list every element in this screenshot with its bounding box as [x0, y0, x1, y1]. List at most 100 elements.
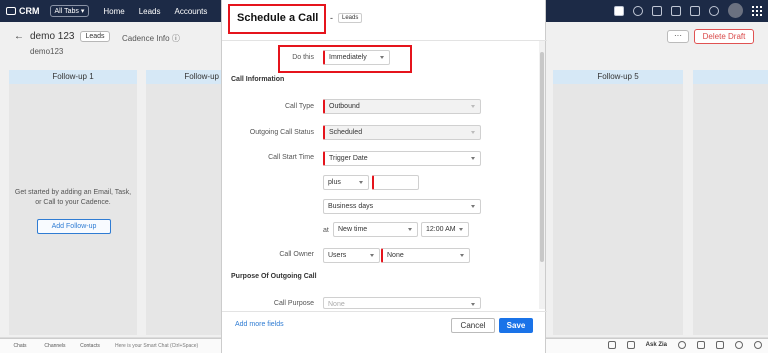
zia-search-icon[interactable] — [716, 341, 724, 349]
app-grid-icon[interactable] — [752, 5, 762, 16]
owner-value: None — [387, 252, 404, 259]
record-subtitle: demo123 — [30, 47, 64, 56]
offset-select[interactable]: plus — [323, 175, 369, 190]
cancel-button[interactable]: Cancel — [451, 318, 495, 333]
call-status-value: Scheduled — [329, 129, 363, 136]
nav-tab-accounts[interactable]: Accounts — [175, 7, 208, 16]
undo-icon[interactable] — [697, 341, 705, 349]
breadcrumb: ← demo 123 Leads — [14, 31, 110, 42]
module-badge: Leads — [80, 31, 110, 42]
marketplace-icon[interactable] — [690, 5, 700, 16]
call-status-select[interactable]: Scheduled — [323, 125, 481, 140]
calendar-icon[interactable] — [671, 5, 681, 16]
empty-state-line-1: Get started by adding an Email, Task, — [14, 189, 132, 196]
schedule-call-modal: Schedule a Call - Leads Do this Immediat… — [221, 0, 547, 353]
unit-select[interactable]: Business days — [323, 199, 481, 214]
followup-column-6 — [693, 70, 768, 335]
chevron-down-icon — [408, 228, 412, 231]
all-tabs-label: All Tabs — [54, 8, 79, 15]
header-divider — [222, 40, 547, 41]
call-status-label: Outgoing Call Status — [249, 129, 314, 136]
unit-value: Business days — [328, 203, 374, 210]
top-icons — [614, 3, 762, 18]
chevron-down-icon — [471, 303, 475, 306]
followup-column-2: Follow-up — [146, 70, 221, 335]
chevron-down-icon — [471, 157, 475, 160]
cadence-info-link[interactable]: Cadence Info ⓘ — [122, 33, 180, 44]
start-time-select[interactable]: Trigger Date — [323, 151, 481, 166]
announcement-icon[interactable] — [626, 341, 635, 349]
nav-tab-leads[interactable]: Leads — [139, 7, 161, 16]
do-this-select[interactable]: Immediately — [323, 50, 390, 65]
chats-label: Chats — [13, 343, 27, 349]
footer-divider — [222, 311, 547, 312]
add-more-fields-link[interactable]: Add more fields — [235, 321, 284, 328]
delete-draft-button[interactable]: Delete Draft — [694, 29, 754, 44]
chevron-down-icon — [370, 254, 374, 257]
history-icon[interactable] — [754, 341, 762, 349]
call-type-select[interactable]: Outbound — [323, 99, 481, 114]
record-name: demo 123 — [30, 31, 75, 42]
save-button[interactable]: Save — [499, 318, 533, 333]
section-call-information: Call Information — [231, 76, 285, 83]
at-label: at — [323, 227, 329, 234]
module-badge: Leads — [338, 13, 363, 23]
empty-state-text: Get started by adding an Email, Task, or… — [9, 188, 137, 208]
title-separator: - — [330, 13, 333, 23]
call-owner-label: Call Owner — [279, 251, 314, 258]
section-purpose: Purpose Of Outgoing Call — [231, 273, 317, 280]
start-time-label: Call Start Time — [268, 154, 314, 161]
owner-select[interactable]: None — [381, 248, 470, 263]
gear-icon[interactable] — [709, 5, 719, 16]
contacts-button[interactable]: Contacts — [75, 343, 105, 349]
column-title: Follow-up — [146, 70, 221, 84]
do-this-value: Immediately — [329, 54, 367, 61]
chevron-down-icon — [380, 56, 384, 59]
zia-icon[interactable] — [678, 341, 686, 349]
chevron-down-icon — [460, 254, 464, 257]
plus-icon[interactable] — [614, 5, 624, 16]
time-select[interactable]: 12:00 AM — [421, 222, 469, 237]
bell-icon[interactable] — [652, 5, 662, 16]
call-purpose-label: Call Purpose — [273, 300, 314, 307]
followup-column-1: Follow-up 1 Get started by adding an Ema… — [9, 70, 137, 335]
column-title: Follow-up 1 — [9, 70, 137, 84]
time-mode-select[interactable]: New time — [333, 222, 418, 237]
call-purpose-value: None — [328, 301, 345, 308]
back-arrow-icon[interactable]: ← — [14, 31, 24, 42]
modal-title: Schedule a Call — [237, 12, 319, 24]
chevron-down-icon — [471, 131, 475, 134]
search-icon[interactable] — [633, 5, 643, 16]
all-tabs-dropdown[interactable]: All Tabs ▾ — [49, 5, 90, 17]
app-name: CRM — [19, 6, 40, 16]
time-value: 12:00 AM — [426, 226, 456, 233]
nav-tab-home[interactable]: Home — [103, 7, 124, 16]
ask-zia-button[interactable]: Ask Zia — [646, 342, 667, 348]
crm-logo-icon — [6, 7, 16, 15]
chevron-down-icon — [459, 228, 463, 231]
crm-logo[interactable]: CRM — [6, 6, 40, 16]
time-mode-value: New time — [338, 226, 368, 233]
owner-type-select[interactable]: Users — [323, 248, 380, 263]
column-title — [693, 70, 768, 84]
call-type-label: Call Type — [284, 103, 314, 110]
add-followup-button[interactable]: Add Follow-up — [37, 219, 111, 234]
chats-button[interactable]: Chats — [5, 343, 35, 349]
chevron-down-icon — [359, 181, 363, 184]
contacts-label: Contacts — [80, 343, 100, 349]
call-type-value: Outbound — [329, 103, 360, 110]
call-purpose-select[interactable]: None — [323, 297, 481, 309]
offset-number-input[interactable] — [372, 175, 419, 190]
bottom-right-icons: Ask Zia — [607, 341, 762, 349]
more-options-button[interactable]: ··· — [667, 30, 689, 43]
chevron-down-icon — [471, 105, 475, 108]
avatar[interactable] — [728, 3, 743, 18]
screen-share-icon[interactable] — [607, 341, 616, 349]
channels-label: Channels — [44, 343, 66, 349]
offset-value: plus — [328, 179, 341, 186]
channels-button[interactable]: Channels — [40, 343, 70, 349]
modal-scrollbar-thumb[interactable] — [540, 52, 544, 262]
smart-chat-input[interactable]: Here is your Smart Chat (Ctrl+Space) — [115, 343, 198, 349]
followup-column-5: Follow-up 5 — [553, 70, 683, 335]
alarm-icon[interactable] — [735, 341, 743, 349]
